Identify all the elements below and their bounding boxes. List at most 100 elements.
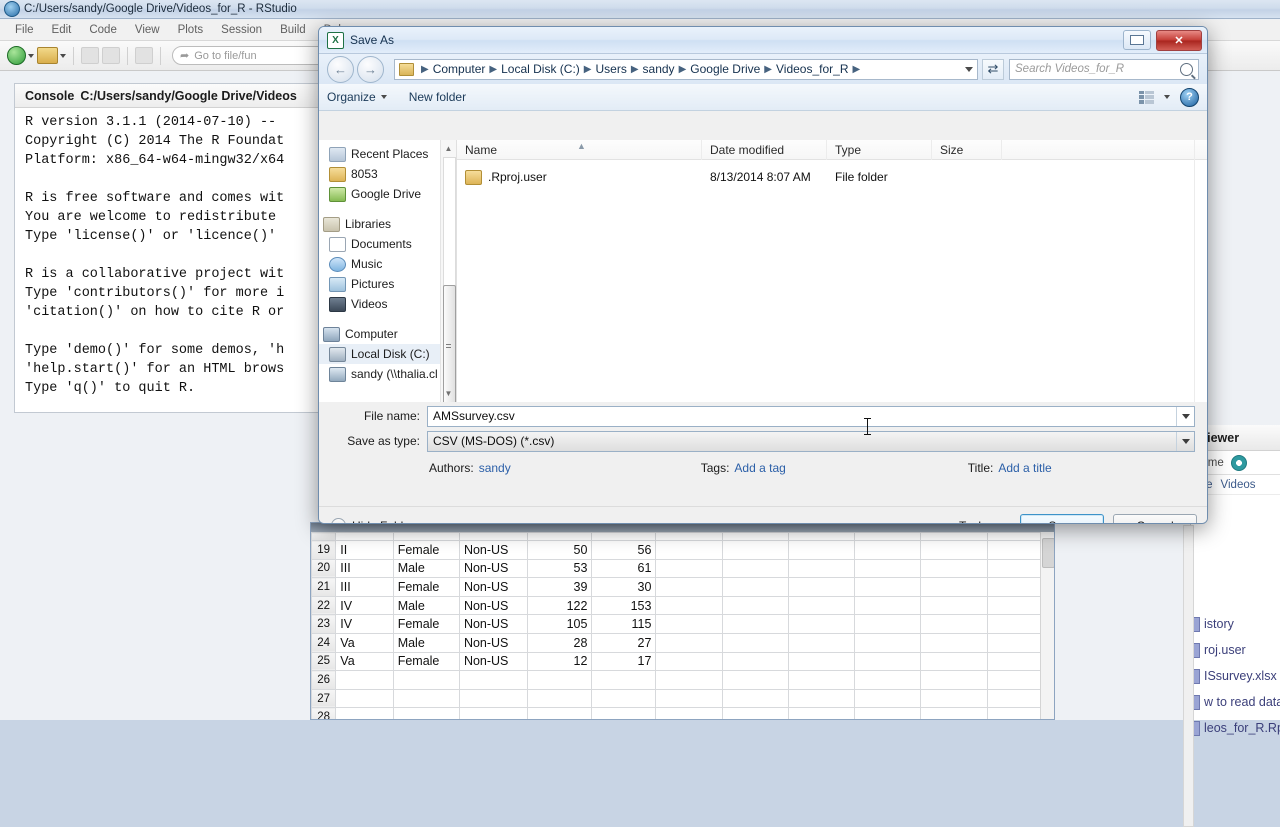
- search-input[interactable]: Search Videos_for_R: [1009, 58, 1199, 80]
- scroll-up-icon[interactable]: ▲: [441, 142, 456, 155]
- cell[interactable]: [787, 558, 856, 579]
- cell[interactable]: [721, 632, 789, 653]
- nav-item-documents[interactable]: Documents: [319, 234, 440, 254]
- cell[interactable]: [591, 707, 657, 719]
- cell[interactable]: [787, 577, 856, 597]
- save-icon[interactable]: [81, 47, 99, 64]
- cell[interactable]: [854, 595, 922, 616]
- cell[interactable]: 30: [591, 577, 657, 597]
- nav-item-8053[interactable]: 8053: [319, 164, 440, 184]
- cell[interactable]: [335, 670, 394, 690]
- cell[interactable]: [787, 632, 856, 653]
- menu-session[interactable]: Session: [212, 22, 271, 38]
- nav-item-music[interactable]: Music: [319, 254, 440, 274]
- cell[interactable]: [458, 707, 529, 719]
- cell[interactable]: Female: [392, 651, 460, 672]
- refresh-button[interactable]: ⇄: [982, 58, 1004, 80]
- cell[interactable]: [458, 670, 529, 690]
- cell[interactable]: [655, 595, 723, 616]
- column-header-size[interactable]: Size: [932, 139, 1002, 160]
- list-item[interactable]: ISsurvey.xlsx: [1191, 663, 1280, 689]
- cell[interactable]: Non-US: [458, 558, 529, 579]
- cell[interactable]: Non-US: [458, 614, 529, 634]
- nav-group-libraries[interactable]: Libraries: [319, 214, 440, 234]
- cell[interactable]: Male: [392, 558, 460, 579]
- restore-window-button[interactable]: [1123, 30, 1151, 50]
- cell[interactable]: [854, 707, 922, 719]
- console-tab-label[interactable]: Console: [25, 89, 74, 103]
- cell[interactable]: Non-US: [458, 632, 529, 653]
- chevron-down-icon[interactable]: [1164, 95, 1170, 99]
- list-item[interactable]: istory: [1191, 611, 1280, 637]
- cell[interactable]: [920, 632, 988, 653]
- cell[interactable]: [655, 632, 723, 653]
- cell[interactable]: [721, 651, 789, 672]
- cell[interactable]: [787, 540, 856, 560]
- print-icon[interactable]: [135, 47, 153, 64]
- row-header[interactable]: 21: [311, 577, 337, 597]
- cell[interactable]: [787, 688, 856, 709]
- cell[interactable]: [787, 614, 856, 634]
- add-a-tag-link[interactable]: Add a tag: [734, 461, 785, 475]
- cell[interactable]: 12: [527, 651, 593, 672]
- breadcrumb-users[interactable]: Users: [595, 62, 626, 76]
- cell[interactable]: IV: [335, 595, 394, 616]
- cell[interactable]: Non-US: [458, 651, 529, 672]
- cell[interactable]: Non-US: [458, 540, 529, 560]
- file-name-input[interactable]: AMSsurvey.csv: [427, 405, 1195, 427]
- cell[interactable]: Male: [392, 595, 460, 616]
- cell[interactable]: III: [335, 577, 394, 597]
- organize-button[interactable]: Organize: [327, 90, 387, 104]
- nav-item-recent-places[interactable]: Recent Places: [319, 144, 440, 164]
- cell[interactable]: [655, 558, 723, 579]
- nav-group-computer[interactable]: Computer: [319, 324, 440, 344]
- cell[interactable]: Female: [392, 577, 460, 597]
- menu-file[interactable]: File: [6, 22, 43, 38]
- file-row[interactable]: .Rproj.user 8/13/2014 8:07 AM File folde…: [457, 167, 1207, 187]
- cell[interactable]: [721, 707, 789, 719]
- cell[interactable]: [655, 670, 723, 690]
- close-button[interactable]: ✕: [1156, 29, 1202, 51]
- cell[interactable]: [721, 670, 789, 690]
- breadcrumb-videos-for-r[interactable]: Videos_for_R: [776, 62, 849, 76]
- cell[interactable]: [920, 707, 988, 719]
- cell[interactable]: [655, 577, 723, 597]
- breadcrumb-google-drive[interactable]: Google Drive: [690, 62, 760, 76]
- cell[interactable]: 105: [527, 614, 593, 634]
- cell[interactable]: [655, 651, 723, 672]
- cell[interactable]: [920, 595, 988, 616]
- tools-button[interactable]: Tools: [959, 519, 1003, 524]
- breadcrumb-segment[interactable]: Videos: [1221, 479, 1256, 491]
- cell[interactable]: III: [335, 558, 394, 579]
- cell[interactable]: [721, 558, 789, 579]
- cell[interactable]: 53: [527, 558, 593, 579]
- table-row[interactable]: 25 Va Female Non-US 12 17: [311, 651, 1054, 672]
- table-row[interactable]: 21 III Female Non-US 39 30: [311, 577, 1054, 597]
- cell[interactable]: [392, 670, 460, 690]
- list-item[interactable]: roj.user: [1191, 637, 1280, 663]
- menu-plots[interactable]: Plots: [169, 22, 213, 38]
- cell[interactable]: [392, 688, 460, 709]
- excel-scrollbar[interactable]: [1040, 532, 1054, 719]
- cell[interactable]: 153: [591, 595, 657, 616]
- cell[interactable]: [721, 595, 789, 616]
- cell[interactable]: [655, 540, 723, 560]
- table-row[interactable]: 26: [311, 670, 1054, 690]
- gear-icon[interactable]: [1230, 454, 1247, 471]
- cell[interactable]: [591, 688, 657, 709]
- cell[interactable]: [920, 558, 988, 579]
- cell[interactable]: Non-US: [458, 577, 529, 597]
- cell[interactable]: 27: [591, 632, 657, 653]
- view-mode-icon[interactable]: [1139, 90, 1154, 104]
- row-header[interactable]: 24: [311, 632, 337, 653]
- cell[interactable]: [920, 688, 988, 709]
- cell[interactable]: Non-US: [458, 595, 529, 616]
- row-header[interactable]: 27: [311, 688, 337, 709]
- save-as-type-select[interactable]: CSV (MS-DOS) (*.csv): [427, 430, 1195, 452]
- table-row[interactable]: 19 II Female Non-US 50 56: [311, 540, 1054, 560]
- files-pane-scrollbar[interactable]: [1183, 525, 1194, 827]
- breadcrumb-computer[interactable]: Computer: [433, 62, 486, 76]
- cell[interactable]: Va: [335, 651, 394, 672]
- cell[interactable]: [721, 540, 789, 560]
- cell[interactable]: [854, 614, 922, 634]
